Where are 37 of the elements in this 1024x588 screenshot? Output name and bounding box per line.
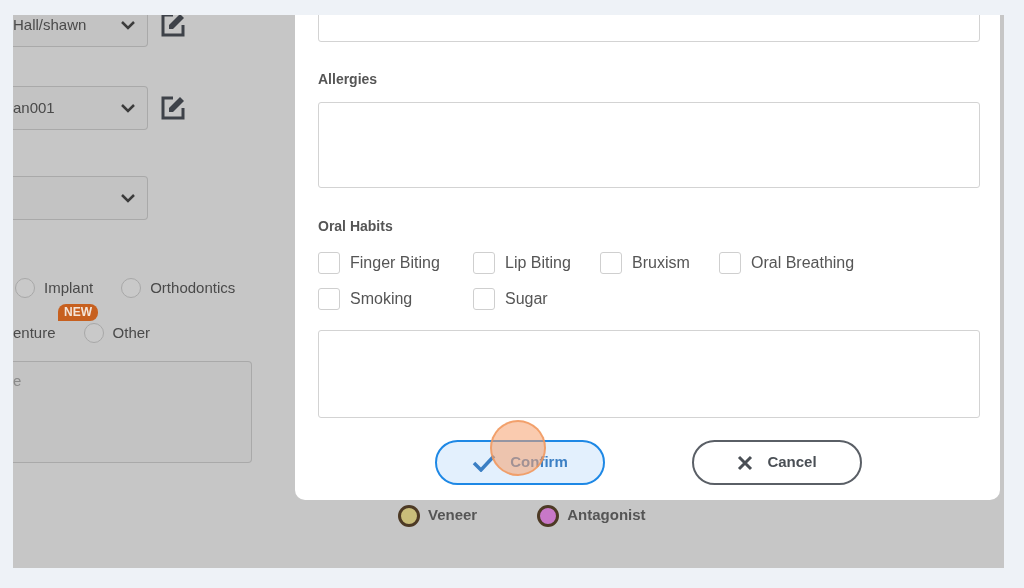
radio-label: Orthodontics [150,277,236,298]
checkbox-label: Smoking [350,289,413,309]
checkbox[interactable] [318,252,340,274]
edit-icon[interactable] [160,15,186,38]
legend-label: Veneer [428,506,478,523]
radio-label: enture [13,322,56,343]
edit-icon[interactable] [160,95,186,121]
legend-label: Antagonist [567,506,646,523]
checkbox-label: Lip Biting [505,253,571,273]
radio-button[interactable] [121,278,142,298]
field-label: Allergies [318,70,379,89]
radio-label: Implant [44,277,94,298]
checkbox-label: Oral Breathing [751,253,855,273]
allergies-field[interactable] [318,102,980,188]
select-field[interactable] [13,176,148,220]
checkbox-label: Finger Biting [350,253,440,273]
notes-field[interactable] [318,330,980,418]
select-field[interactable]: an001 [13,86,148,130]
close-icon [737,454,754,471]
field-label: Oral Habits [318,217,394,236]
check-icon [472,453,497,472]
radio-button[interactable] [15,278,35,298]
select-field[interactable]: Hall/shawn [13,15,148,47]
checkbox-label: Bruxism [632,253,690,273]
checkbox[interactable] [473,252,495,274]
new-badge: NEW [58,304,98,321]
cancel-button[interactable]: Cancel [692,440,862,485]
chevron-down-icon [121,193,135,203]
chevron-down-icon [121,20,135,30]
radio-label: Other [112,322,151,343]
checkbox[interactable] [318,288,340,310]
checkbox[interactable] [473,288,495,310]
checkbox[interactable] [600,252,622,274]
checkbox[interactable] [719,252,741,274]
radio-button[interactable] [83,323,104,343]
chevron-down-icon [121,103,135,113]
checkbox-label: Sugar [505,289,548,309]
